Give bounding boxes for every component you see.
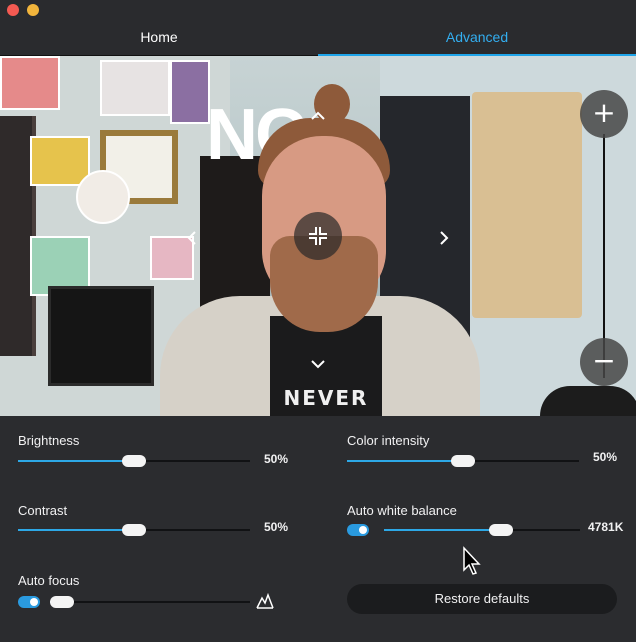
tab-bar: Home Advanced: [0, 22, 636, 56]
background-artwork: [170, 60, 210, 124]
auto-white-balance-label: Auto white balance: [347, 503, 457, 518]
focus-slider[interactable]: [50, 592, 250, 612]
background-pegboard: [472, 92, 582, 318]
recenter-button[interactable]: [294, 212, 342, 260]
auto-white-balance-toggle[interactable]: [347, 524, 369, 536]
contrast-label: Contrast: [18, 503, 68, 518]
background-artwork: [100, 60, 170, 116]
tshirt-text: NEVER: [283, 386, 369, 410]
title-bar: [0, 0, 636, 22]
background-artwork: [0, 56, 60, 110]
auto-focus-label: Auto focus: [18, 573, 80, 588]
camera-preview: NC NEVER + −: [0, 56, 636, 416]
background-artwork: [30, 136, 90, 186]
background-plate: [76, 170, 130, 224]
white-balance-value: 4781K: [588, 520, 624, 534]
chevron-down-icon[interactable]: [306, 352, 330, 376]
white-balance-slider[interactable]: [384, 520, 580, 540]
color-intensity-value: 50%: [593, 450, 618, 464]
zoom-in-button[interactable]: +: [580, 90, 628, 138]
window-close-button[interactable]: [7, 4, 19, 16]
slider-thumb[interactable]: [122, 524, 146, 536]
brightness-value: 50%: [264, 452, 289, 466]
advanced-settings-panel: Brightness 50% Contrast 50% Auto focus C…: [0, 416, 636, 642]
color-intensity-slider[interactable]: [347, 451, 579, 471]
zoom-out-button[interactable]: −: [580, 338, 628, 386]
chevron-left-icon[interactable]: [180, 226, 204, 250]
auto-focus-toggle[interactable]: [18, 596, 40, 608]
slider-thumb[interactable]: [122, 455, 146, 467]
color-intensity-label: Color intensity: [347, 433, 430, 448]
crosshair-recenter-icon: [309, 227, 327, 245]
chevron-right-icon[interactable]: [432, 226, 456, 250]
chevron-up-icon[interactable]: [306, 104, 330, 128]
slider-thumb[interactable]: [50, 596, 74, 608]
background-chair: [540, 386, 636, 416]
brightness-label: Brightness: [18, 433, 80, 448]
focus-mountain-icon: [256, 592, 274, 610]
mouse-cursor-icon: [462, 546, 482, 581]
window-minimize-button[interactable]: [27, 4, 39, 16]
contrast-slider[interactable]: [18, 520, 250, 540]
tab-advanced[interactable]: Advanced: [318, 22, 636, 56]
brightness-slider[interactable]: [18, 451, 250, 471]
slider-thumb[interactable]: [451, 455, 475, 467]
restore-defaults-button[interactable]: Restore defaults: [347, 584, 617, 614]
background-monitor: [48, 286, 154, 386]
slider-thumb[interactable]: [489, 524, 513, 536]
tab-home[interactable]: Home: [0, 22, 318, 56]
contrast-value: 50%: [264, 520, 289, 534]
